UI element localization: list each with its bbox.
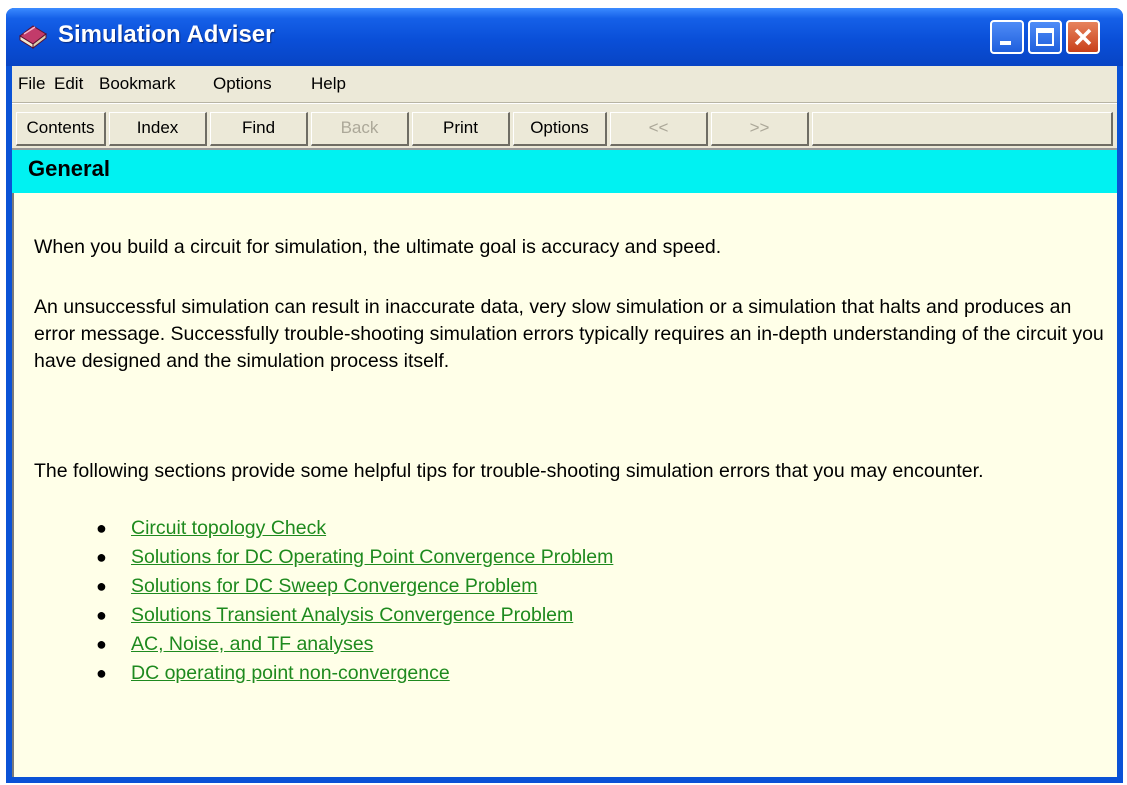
page-title: General <box>28 156 110 181</box>
close-icon <box>1074 28 1092 46</box>
menu-edit[interactable]: Edit <box>54 74 83 94</box>
index-button[interactable]: Index <box>109 112 207 146</box>
toolbar-spacer <box>812 112 1113 146</box>
title-bar[interactable]: Simulation Adviser <box>6 8 1123 66</box>
previous-topic-button[interactable]: << <box>610 112 708 146</box>
link-transient-analysis-convergence[interactable]: Solutions Transient Analysis Convergence… <box>131 601 573 630</box>
menu-options[interactable]: Options <box>213 74 272 94</box>
minimize-button[interactable] <box>990 20 1024 54</box>
link-circuit-topology-check[interactable]: Circuit topology Check <box>131 514 326 543</box>
link-dc-sweep-convergence[interactable]: Solutions for DC Sweep Convergence Probl… <box>131 572 537 601</box>
bullet-icon: ● <box>96 576 107 596</box>
bullet-icon: ● <box>96 547 107 567</box>
bullet-icon: ● <box>96 605 107 625</box>
link-dc-operating-point-convergence[interactable]: Solutions for DC Operating Point Converg… <box>131 543 613 572</box>
help-window: Simulation Adviser File Edit Bookmark Op… <box>6 8 1123 783</box>
topic-header: General <box>12 148 1117 193</box>
maximize-button[interactable] <box>1028 20 1062 54</box>
intro-paragraph: When you build a circuit for simulation,… <box>34 236 722 258</box>
menu-bar: File Edit Bookmark Options Help <box>12 66 1117 103</box>
bullet-icon: ● <box>96 634 107 654</box>
book-icon <box>19 25 47 50</box>
menu-file[interactable]: File <box>18 74 45 94</box>
minimize-icon <box>1000 41 1011 45</box>
link-dc-operating-point-non-convergence[interactable]: DC operating point non-convergence <box>131 659 450 688</box>
options-button[interactable]: Options <box>513 112 607 146</box>
bullet-icon: ● <box>96 518 107 538</box>
toolbar: Contents Index Find Back Print Options <… <box>12 103 1117 148</box>
menu-bookmark[interactable]: Bookmark <box>99 74 176 94</box>
errors-paragraph: An unsuccessful simulation can result in… <box>34 296 1104 372</box>
tips-paragraph: The following sections provide some help… <box>34 460 984 482</box>
window-title: Simulation Adviser <box>58 21 275 48</box>
close-button[interactable] <box>1066 20 1100 54</box>
menu-help[interactable]: Help <box>311 74 346 94</box>
topic-content: When you build a circuit for simulation,… <box>12 193 1117 777</box>
bullet-icon: ● <box>96 663 107 683</box>
maximize-icon <box>1036 28 1054 46</box>
find-button[interactable]: Find <box>210 112 308 146</box>
next-topic-button[interactable]: >> <box>711 112 809 146</box>
print-button[interactable]: Print <box>412 112 510 146</box>
back-button[interactable]: Back <box>311 112 409 146</box>
link-ac-noise-tf-analyses[interactable]: AC, Noise, and TF analyses <box>131 630 373 659</box>
contents-button[interactable]: Contents <box>16 112 106 146</box>
